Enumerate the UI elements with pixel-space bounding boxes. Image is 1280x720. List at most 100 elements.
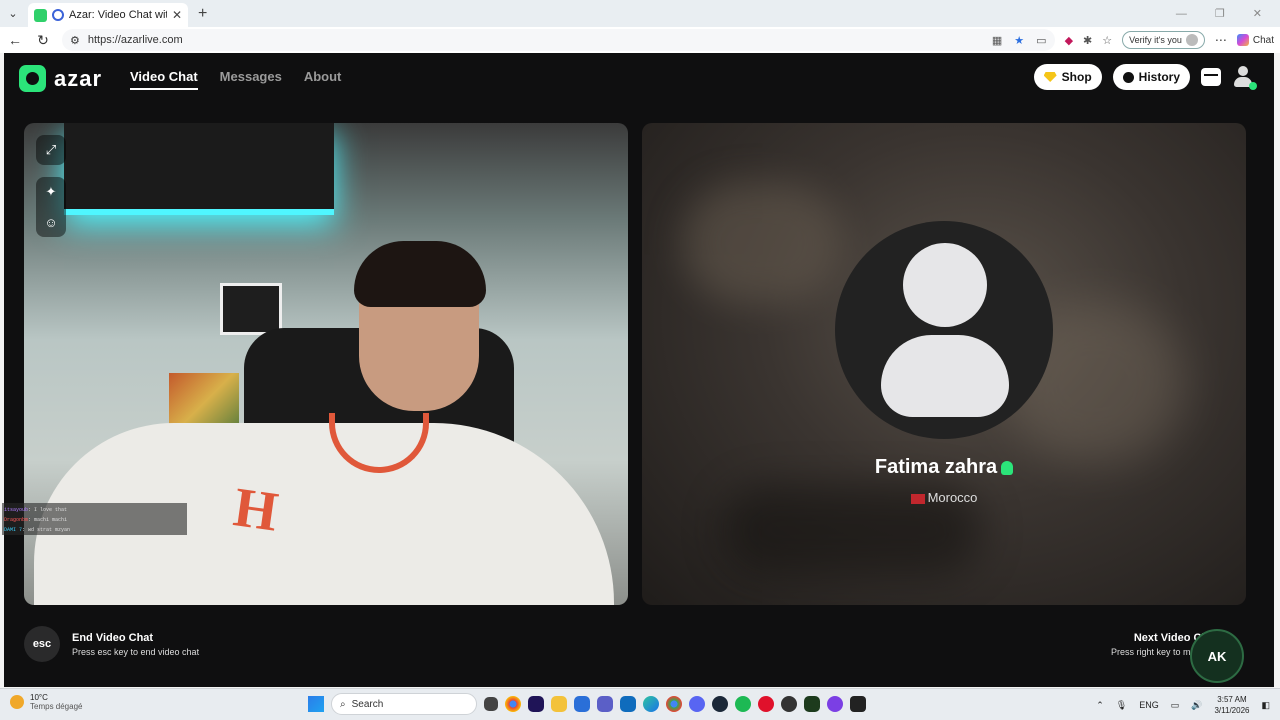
azar-logo[interactable]: azar — [19, 65, 102, 92]
peer-avatar — [835, 221, 1053, 439]
nav-messages[interactable]: Messages — [220, 69, 282, 90]
nav-video-chat[interactable]: Video Chat — [130, 69, 198, 90]
magic-wand-icon[interactable]: ✦ — [36, 177, 66, 207]
steam-icon[interactable] — [712, 696, 728, 712]
effects-group: ✦ ☺ — [36, 177, 66, 237]
peer-country-row: Morocco — [642, 490, 1246, 505]
search-icon: ⌕ — [340, 698, 346, 710]
azar-app: azar Video Chat Messages About Shop Hist… — [2, 53, 1274, 687]
taskbar-search[interactable]: ⌕ Search — [331, 693, 477, 715]
search-placeholder: Search — [351, 698, 384, 710]
face-filter-icon[interactable]: ☺ — [36, 207, 66, 237]
end-chat-title: End Video Chat — [72, 631, 154, 644]
clock-icon — [1122, 71, 1134, 83]
task-view-icon[interactable] — [484, 697, 498, 711]
system-tray: ⌃ 🎙 ENG ▭ 🔊 3:57 AM 3/11/2026 ◧ — [1096, 694, 1270, 716]
avatar-body — [881, 335, 1009, 417]
overlay-chat-line: DAMI 7: wd strat mzyan — [4, 527, 71, 533]
capcut-icon[interactable] — [804, 696, 820, 712]
end-chat-control[interactable]: esc End Video Chat Press esc key to end … — [24, 626, 199, 662]
weather-moon-icon — [10, 695, 24, 709]
peer-name-row: Fatima zahra — [642, 456, 1246, 479]
nav-about[interactable]: About — [304, 69, 342, 90]
gem-icon — [1043, 72, 1057, 82]
tab-actions-menu[interactable]: ⌄ — [0, 0, 26, 27]
chat-label: Chat — [1252, 34, 1274, 46]
network-icon[interactable]: ▭ — [1171, 700, 1180, 711]
extension-icon[interactable]: ◆ — [1065, 34, 1073, 47]
weather-widget[interactable]: 10°C Temps dégagé — [10, 693, 82, 711]
video-icon[interactable]: ▭ — [1036, 34, 1046, 47]
weather-temp: 10°C — [30, 693, 48, 702]
outlook-icon[interactable] — [620, 696, 636, 712]
store-icon[interactable] — [574, 696, 590, 712]
obs-icon[interactable] — [781, 696, 797, 712]
taskbar-apps: ⌕ Search — [308, 693, 866, 715]
more-menu-icon[interactable]: ⋯ — [1215, 33, 1227, 47]
language-indicator[interactable]: ENG — [1139, 700, 1159, 710]
copilot-icon — [1236, 34, 1249, 46]
new-tab-button[interactable]: + — [198, 5, 207, 23]
browser-tab[interactable]: Azar: Video Chat with New Pe ✕ — [28, 3, 188, 27]
obs-studio-icon[interactable] — [850, 696, 866, 712]
history-label: History — [1138, 70, 1180, 84]
verify-profile-button[interactable]: Verify it's you — [1122, 31, 1205, 49]
copilot-chat-button[interactable]: Chat — [1236, 34, 1274, 46]
file-explorer-icon[interactable] — [551, 696, 567, 712]
taskbar-clock[interactable]: 3:57 AM 3/11/2026 — [1214, 694, 1249, 716]
extensions-puzzle-icon[interactable]: ✱ — [1083, 34, 1092, 47]
discord-icon[interactable] — [689, 696, 705, 712]
esc-button[interactable]: esc — [24, 626, 60, 662]
refresh-icon[interactable]: ↻ — [34, 32, 52, 49]
address-toolbar: ← ↻ ⚙ https://azarlive.com ▦ ★ ▭ ◆ ✱ ☆ V… — [0, 27, 1280, 53]
camera-indicator-icon — [52, 9, 64, 21]
close-tab-icon[interactable]: ✕ — [172, 8, 182, 22]
avatar-head — [903, 243, 987, 327]
favorite-star-icon[interactable]: ★ — [1014, 34, 1024, 47]
minimize-icon[interactable]: — — [1176, 8, 1187, 20]
person-hair — [354, 241, 486, 307]
premiere-icon[interactable] — [528, 696, 544, 712]
address-bar[interactable]: ⚙ https://azarlive.com ▦ ★ ▭ — [62, 29, 1055, 51]
site-info-icon[interactable]: ⚙ — [70, 34, 80, 47]
peer-name: Fatima zahra — [874, 456, 998, 478]
main-nav: Video Chat Messages About — [130, 69, 341, 90]
clock-date: 3/11/2026 — [1214, 706, 1250, 715]
apps-icon[interactable]: ▦ — [992, 34, 1002, 47]
shop-label: Shop — [1061, 70, 1092, 84]
notification-icon[interactable]: ◧ — [1261, 700, 1270, 711]
shop-button[interactable]: Shop — [1033, 64, 1102, 90]
history-button[interactable]: History — [1112, 64, 1190, 90]
teams-icon[interactable] — [597, 696, 613, 712]
weather-desc: Temps dégagé — [30, 702, 83, 711]
browser-tab-bar: ⌄ Azar: Video Chat with New Pe ✕ + — ❐ ✕ — [0, 0, 1280, 27]
spotify-icon[interactable] — [735, 696, 751, 712]
clock-time: 3:57 AM — [1217, 695, 1247, 704]
azar-favicon — [34, 8, 47, 22]
chrome-icon[interactable] — [505, 696, 521, 712]
profile-icon[interactable] — [1232, 66, 1257, 90]
top-actions: Shop History — [1033, 64, 1257, 90]
stream-chat-overlay: itsayoub: I love that Dragonbm: machi ma… — [2, 503, 187, 535]
back-icon[interactable]: ← — [6, 32, 24, 48]
opera-icon[interactable] — [758, 696, 774, 712]
chevron-up-icon[interactable]: ⌃ — [1096, 700, 1104, 711]
morocco-flag-icon — [910, 493, 925, 504]
favorites-icon[interactable]: ☆ — [1102, 34, 1112, 47]
logo-text: azar — [54, 65, 103, 91]
edge-icon[interactable] — [643, 696, 659, 712]
maximize-icon[interactable]: ❐ — [1215, 7, 1225, 20]
windows-start-icon[interactable] — [308, 696, 324, 712]
overlay-chat-line: itsayoub: I love that — [4, 507, 68, 513]
profile-avatar — [1185, 34, 1198, 46]
close-window-icon[interactable]: ✕ — [1253, 7, 1262, 20]
purple-app-icon[interactable] — [827, 696, 843, 712]
inbox-icon[interactable] — [1201, 68, 1221, 86]
fullscreen-toggle-icon[interactable]: ⤢ — [36, 135, 66, 165]
ceiling-led — [64, 123, 334, 215]
peer-country: Morocco — [927, 490, 978, 505]
volume-icon[interactable]: 🔊 — [1191, 700, 1202, 711]
chrome-alt-icon[interactable] — [666, 696, 682, 712]
wall-window — [220, 283, 282, 335]
microphone-icon[interactable]: 🎙 — [1116, 700, 1127, 711]
